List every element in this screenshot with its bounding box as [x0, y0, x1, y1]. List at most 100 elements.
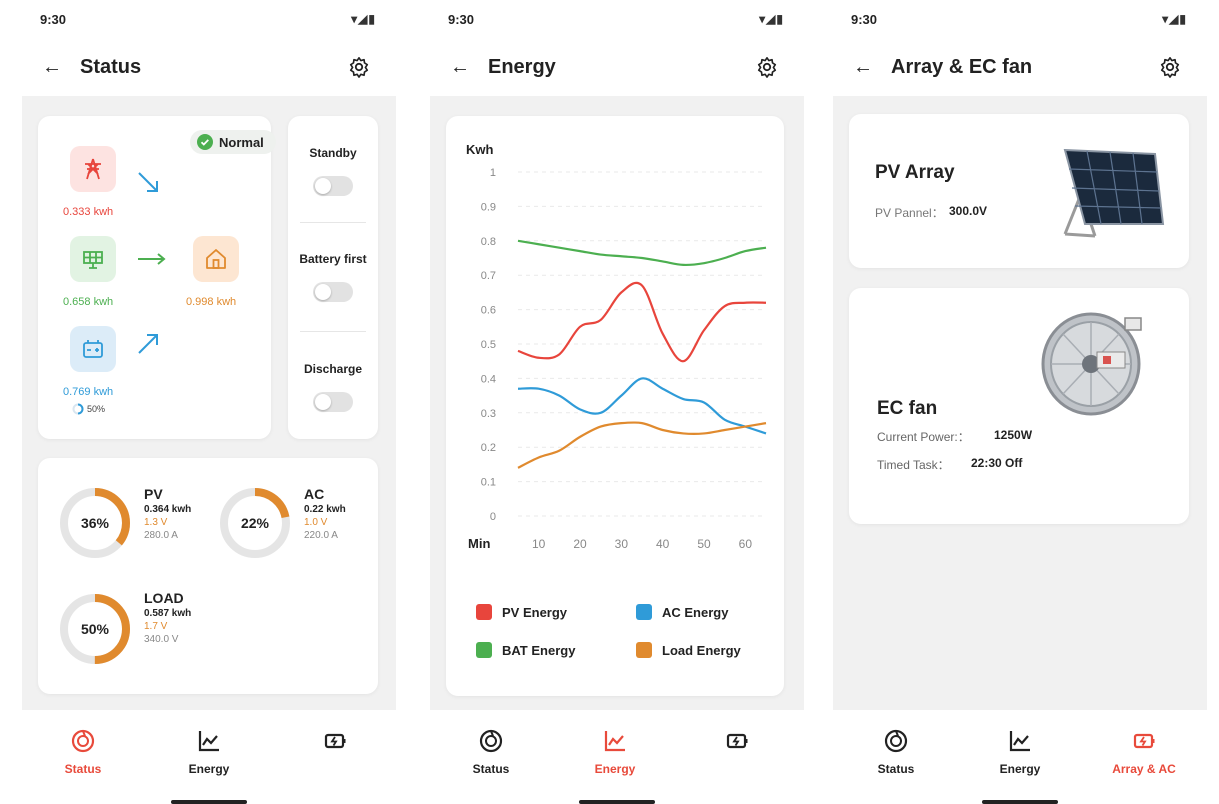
line-chart-icon — [1009, 731, 1030, 752]
legend-load: Load Energy — [636, 642, 741, 658]
clock: 9:30 — [851, 12, 878, 27]
nav-energy[interactable]: Energy — [154, 728, 264, 776]
nav-status-label: Status — [877, 762, 915, 776]
pv-metric: PV 0.364 kwh 1.3 V 280.0 A — [144, 487, 192, 542]
nav-energy[interactable]: Energy — [965, 728, 1075, 776]
system-icons: ▾◢▮ — [759, 12, 784, 26]
battery-charge-icon — [1133, 733, 1155, 749]
battery-kwh: 0.769 kwh — [63, 386, 114, 398]
bottom-nav: Status Energy — [22, 712, 396, 804]
x-tick-label: 50 — [697, 537, 711, 551]
legend-ac-label: AC Energy — [662, 605, 729, 620]
divider — [300, 222, 366, 223]
y-tick-label: 0.4 — [481, 373, 496, 385]
nav-energy-label: Energy — [594, 762, 636, 776]
ec-fan-card[interactable]: EC fan Current Power:： 1250W Timed Task：… — [849, 288, 1189, 524]
load-metric-extra: 340.0 V — [144, 634, 179, 645]
gear-icon[interactable] — [348, 56, 370, 78]
mode-toggles-card: Standby Battery first Discharge — [288, 116, 378, 439]
energy-chart-card: Kwh Min 0 0.1 0.2 0.3 0.4 0.5 0.6 0.7 0.8 0.9 1 10… — [446, 116, 784, 696]
nav-energy[interactable]: Energy — [560, 728, 670, 776]
fan-power-label: Current Power:： — [877, 430, 970, 444]
nav-array[interactable] — [682, 728, 792, 762]
back-arrow-icon[interactable]: ← — [853, 56, 873, 79]
ac-ring-percent: 22% — [240, 515, 270, 531]
status-badge: Normal — [190, 130, 276, 154]
power-flow-card: Normal 0.333 kwh 0.658 kwh 0.998 kwh 0.7… — [38, 116, 276, 439]
grid-kwh: 0.333 kwh — [63, 206, 114, 218]
array-screen: 9:30 ▾◢▮ ← Array & EC fan PV Array PV Pa… — [833, 0, 1207, 804]
back-arrow-icon[interactable]: ← — [42, 56, 62, 79]
solar-panel-image — [1063, 148, 1165, 238]
battery-percent: 50% — [87, 404, 106, 414]
battery-first-toggle[interactable] — [313, 282, 353, 302]
ec-fan-title: EC fan — [877, 398, 938, 419]
home-indicator — [982, 800, 1058, 804]
nav-status-label: Status — [472, 762, 510, 776]
content-area: Normal 0.333 kwh 0.658 kwh 0.998 kwh 0.7… — [22, 96, 396, 710]
series-line-load-energy — [517, 421, 767, 469]
home-indicator — [171, 800, 247, 804]
legend-swatch — [636, 604, 652, 620]
y-tick-label: 0.3 — [481, 408, 496, 420]
battery-icon — [83, 340, 103, 358]
battery-level-ring — [72, 403, 84, 415]
content-area: Kwh Min 0 0.1 0.2 0.3 0.4 0.5 0.6 0.7 0.8 0.9 1 10… — [430, 96, 804, 710]
legend-swatch — [476, 604, 492, 620]
load-ring-percent: 50% — [80, 621, 110, 637]
status-icon — [71, 729, 95, 753]
nav-status[interactable]: Status — [28, 728, 138, 776]
nav-status[interactable]: Status — [436, 728, 546, 776]
battery-tile[interactable] — [70, 326, 116, 372]
pv-metric-extra: 280.0 A — [144, 530, 178, 541]
pv-metric-kwh: 0.364 kwh — [144, 504, 192, 515]
y-tick-label: 1 — [490, 167, 496, 179]
x-tick-label: 20 — [573, 537, 587, 551]
load-metric-volt: 1.7 V — [144, 621, 168, 632]
standby-label: Standby — [309, 146, 357, 160]
load-metric: LOAD 0.587 kwh 1.7 V 340.0 V — [144, 591, 191, 646]
power-tower-icon — [85, 158, 101, 180]
ac-metric-volt: 1.0 V — [304, 517, 328, 528]
legend-pv: PV Energy — [476, 604, 567, 620]
arrow-down-right-icon — [138, 172, 158, 192]
nav-status[interactable]: Status — [841, 728, 951, 776]
status-bar: 9:30 ▾◢▮ — [847, 10, 1193, 30]
x-tick-label: 40 — [656, 537, 670, 551]
nav-array[interactable] — [280, 728, 390, 762]
y-tick-label: 0.2 — [481, 442, 496, 454]
status-bar: 9:30 ▾◢▮ — [36, 10, 382, 30]
nav-array-label: Array & AC — [1112, 762, 1176, 776]
nav-array[interactable]: Array & AC — [1089, 728, 1199, 776]
ac-metric-extra: 220.0 A — [304, 530, 338, 541]
y-tick-label: 0.5 — [481, 339, 496, 351]
bottom-nav: Status Energy — [430, 712, 804, 804]
standby-toggle[interactable] — [313, 176, 353, 196]
grid-tile[interactable] — [70, 146, 116, 192]
energy-screen: 9:30 ▾◢▮ ← Energy Kwh Min 0 0.1 0.2 0.3 0.4 0… — [430, 0, 804, 804]
pv-tile[interactable] — [70, 236, 116, 282]
y-tick-label: 0.1 — [481, 477, 496, 489]
battery-first-label: Battery first — [299, 252, 367, 266]
system-icons: ▾◢▮ — [351, 12, 376, 26]
pv-array-card[interactable]: PV Array PV Pannel： 300.0V — [849, 114, 1189, 268]
home-tile[interactable] — [193, 236, 239, 282]
status-icon — [479, 729, 503, 753]
status-screen: 9:30 ▾◢▮ ← Status Normal 0.333 kwh 0.658… — [22, 0, 396, 804]
home-indicator — [579, 800, 655, 804]
discharge-toggle[interactable] — [313, 392, 353, 412]
legend-pv-label: PV Energy — [502, 605, 568, 620]
page-title: Array & EC fan — [891, 56, 1033, 78]
home-icon — [206, 249, 226, 269]
ac-metric: AC 0.22 kwh 1.0 V 220.0 A — [304, 487, 346, 542]
status-icon — [884, 729, 908, 753]
back-arrow-icon[interactable]: ← — [450, 56, 470, 79]
pv-panel-value: 300.0V — [949, 204, 988, 218]
gear-icon[interactable] — [756, 56, 778, 78]
solar-panel-icon — [83, 251, 103, 269]
gear-icon[interactable] — [1159, 56, 1181, 78]
pv-ring-percent: 36% — [80, 515, 110, 531]
y-tick-label: 0.8 — [481, 236, 496, 248]
content-area: PV Array PV Pannel： 300.0V EC fan Curren… — [833, 96, 1207, 710]
divider — [300, 331, 366, 332]
